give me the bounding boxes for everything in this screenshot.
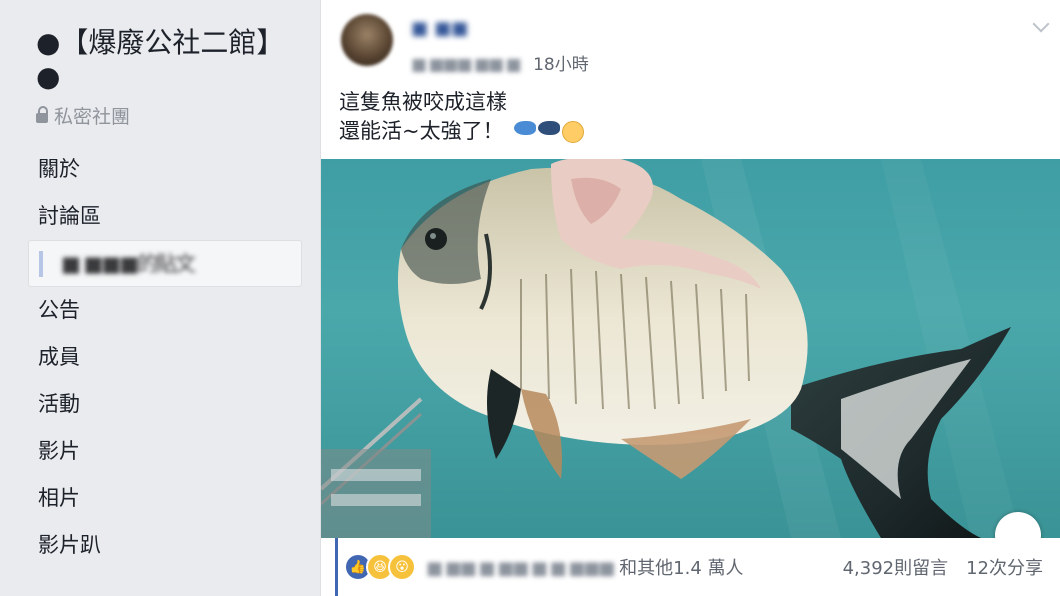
nav-item-member-posts-label: ■ ■■■的貼文 xyxy=(61,252,196,276)
lock-icon xyxy=(36,105,48,123)
shares-count[interactable]: 12次分享 xyxy=(966,554,1043,580)
post-time[interactable]: 18小時 xyxy=(533,55,589,75)
group-name[interactable]: ●【爆廢公社二館】● xyxy=(36,26,276,94)
post-photo[interactable] xyxy=(321,159,1060,538)
post-text: 這隻魚被咬成這樣 還能活~太強了！ xyxy=(339,88,585,146)
post-card: ■ ■■ ■ ■■■ ■■ ■ 18小時 這隻魚被咬成這樣 還能活~太強了！ 👍… xyxy=(320,0,1060,596)
nav-item-member-posts[interactable]: ■ ■■■的貼文 xyxy=(28,240,302,287)
nav-item-videos[interactable]: 影片 xyxy=(28,428,302,475)
post-text-line2-text: 還能活~太強了！ xyxy=(339,119,504,143)
nav-item-members[interactable]: 成員 xyxy=(28,334,302,381)
fish-photo-illustration xyxy=(321,159,1021,538)
post-text-line1: 這隻魚被咬成這樣 xyxy=(339,90,507,114)
wow-icon[interactable]: 😮 xyxy=(388,553,416,581)
comments-count[interactable]: 4,392則留言 xyxy=(843,554,949,580)
nav-item-discussion[interactable]: 討論區 xyxy=(28,193,302,240)
post-text-line2: 還能活~太強了！ xyxy=(339,117,585,146)
privacy-label: 私密社團 xyxy=(36,102,130,129)
privacy-text: 私密社團 xyxy=(54,106,131,128)
reaction-names-blurred: ■ ■■ ■ ■■ ■ ■ ■■■ xyxy=(426,558,615,579)
nav-item-announcements[interactable]: 公告 xyxy=(28,287,302,334)
reactions-bar: 👍 😆 😮 ■ ■■ ■ ■■ ■ ■ ■■■ 和其他1.4 萬人 4,392則… xyxy=(335,538,1060,596)
post-meta-blurred: ■ ■■■ ■■ ■ xyxy=(411,55,522,75)
blue-fish-icon xyxy=(514,121,537,135)
group-sidebar: ●【爆廢公社二館】● 私密社團 關於 討論區 ■ ■■■的貼文 公告 成員 活動… xyxy=(0,0,318,596)
author-avatar[interactable] xyxy=(341,14,393,66)
nav-item-about[interactable]: 關於 xyxy=(28,146,302,193)
nav-item-events[interactable]: 活動 xyxy=(28,381,302,428)
post-options-chevron-icon[interactable] xyxy=(1032,15,1050,33)
clapping-hands-icon xyxy=(562,121,585,143)
author-name[interactable]: ■ ■■ xyxy=(411,18,468,39)
reaction-names-suffix: 和其他1.4 萬人 xyxy=(619,558,744,579)
nav-item-photos[interactable]: 相片 xyxy=(28,475,302,522)
group-nav: 關於 討論區 ■ ■■■的貼文 公告 成員 活動 影片 相片 影片趴 xyxy=(28,146,302,569)
nav-item-watch-party[interactable]: 影片趴 xyxy=(28,522,302,569)
reaction-names[interactable]: ■ ■■ ■ ■■ ■ ■ ■■■ 和其他1.4 萬人 xyxy=(426,554,744,580)
dark-fish-icon xyxy=(538,121,561,135)
post-meta: ■ ■■■ ■■ ■ 18小時 xyxy=(411,50,589,75)
